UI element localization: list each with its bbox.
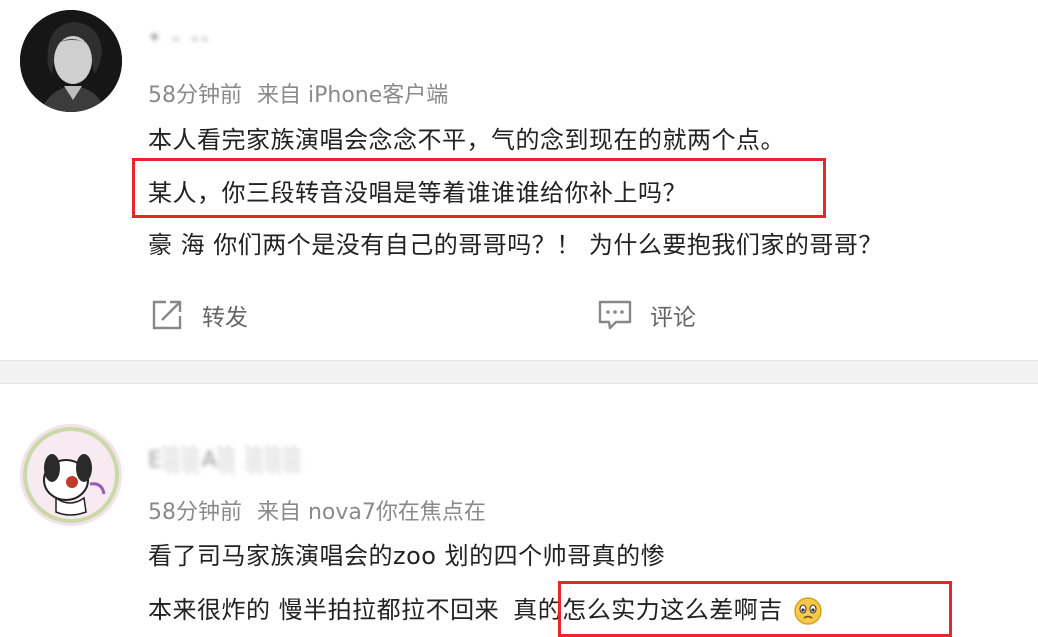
repost-label: 转发 bbox=[202, 305, 248, 331]
user-avatar[interactable] bbox=[20, 10, 122, 112]
comment-text-line: 看了司马家族演唱会的zoo 划的四个帅哥真的惨 bbox=[148, 542, 666, 570]
repost-icon bbox=[152, 300, 182, 330]
comment-text-line: 本人看完家族演唱会念念不平，气的念到现在的就两个点。 bbox=[148, 126, 785, 154]
user-avatar[interactable] bbox=[20, 424, 122, 526]
post-meta: 58分钟前 来自 iPhone客户端 bbox=[148, 77, 456, 109]
comment-text-segment: 本来很炸的 慢半拍拉都拉不回来 bbox=[148, 596, 500, 624]
username[interactable]: E░░A░ ░░░ bbox=[148, 448, 303, 474]
comment-text-line: 豪 海 你们两个是没有自己的哥哥吗？！ 为什么要抱我们家的哥哥？ bbox=[148, 231, 883, 259]
repost-button[interactable]: 转发 bbox=[150, 298, 248, 332]
post-meta: 58分钟前 来自 nova7你在焦点在 bbox=[148, 494, 494, 526]
post-time: 58分钟前 bbox=[148, 500, 242, 525]
comment-icon bbox=[598, 300, 632, 330]
highlight-box bbox=[132, 158, 826, 218]
highlight-box bbox=[558, 581, 952, 637]
post-source: 来自 iPhone客户端 bbox=[257, 83, 449, 108]
comment-label: 评论 bbox=[650, 305, 696, 331]
username[interactable]: • ‐ ‐‐ bbox=[148, 26, 211, 52]
post-source: 来自 nova7你在焦点在 bbox=[257, 500, 486, 525]
weibo-comment-1: • ‐ ‐‐ 58分钟前 来自 iPhone客户端 本人看完家族演唱会念念不平，… bbox=[0, 0, 1038, 360]
post-time: 58分钟前 bbox=[148, 83, 242, 108]
comment-button[interactable]: 评论 bbox=[596, 298, 696, 332]
section-divider bbox=[0, 360, 1038, 384]
